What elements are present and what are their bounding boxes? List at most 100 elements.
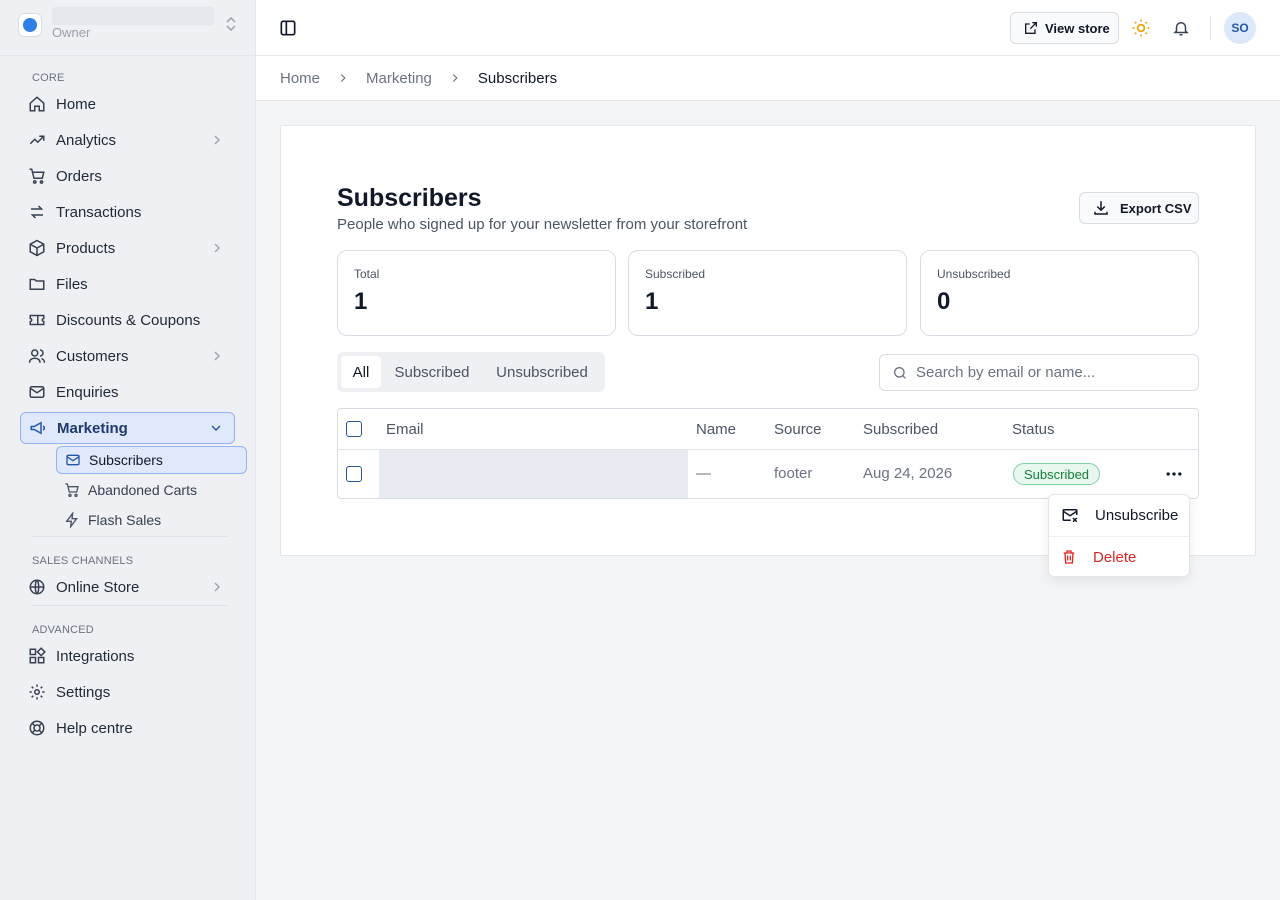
section-label-sales-channels: SALES CHANNELS (32, 555, 134, 567)
chevron-right-icon (209, 348, 225, 364)
sidebar-item-customers[interactable]: Customers (20, 340, 235, 372)
sidebar-item-help-centre[interactable]: Help centre (20, 712, 235, 744)
sidebar-subitem-subscribers[interactable]: Subscribers (56, 446, 247, 474)
sidebar-item-label: Orders (56, 167, 102, 185)
column-header-name[interactable]: Name (696, 421, 736, 438)
stat-card-total: Total 1 (337, 250, 616, 336)
blocks-icon (28, 647, 46, 665)
sidebar-item-discounts[interactable]: Discounts & Coupons (20, 304, 235, 336)
sidebar-subitem-abandoned-carts[interactable]: Abandoned Carts (56, 476, 247, 504)
row-checkbox[interactable] (346, 466, 362, 482)
mail-x-icon (1061, 506, 1095, 524)
sidebar-item-label: Marketing (57, 419, 128, 437)
sidebar-item-online-store[interactable]: Online Store (20, 571, 235, 603)
stat-label: Total (354, 267, 380, 281)
filter-tabs: All Subscribed Unsubscribed (337, 352, 605, 392)
column-header-status[interactable]: Status (1012, 421, 1055, 438)
subscribed-date-cell: Aug 24, 2026 (863, 465, 953, 482)
sidebar-divider (32, 536, 227, 537)
column-header-email[interactable]: Email (386, 421, 424, 438)
mail-icon (28, 383, 46, 401)
sidebar-item-label: Files (56, 275, 88, 293)
sidebar-item-transactions[interactable]: Transactions (20, 196, 235, 228)
megaphone-icon (29, 419, 47, 437)
name-cell: — (696, 465, 711, 482)
external-link-icon (1023, 20, 1045, 36)
column-header-subscribed[interactable]: Subscribed (863, 421, 938, 438)
bell-icon[interactable] (1172, 18, 1190, 38)
chevron-right-icon (448, 71, 462, 85)
sidebar-item-products[interactable]: Products (20, 232, 235, 264)
store-name-redacted (52, 7, 214, 25)
sidebar-item-label: Transactions (56, 203, 142, 221)
avatar[interactable]: SO (1224, 12, 1256, 44)
sidebar-item-label: Home (56, 95, 97, 113)
store-switcher[interactable]: Owner (0, 0, 255, 56)
stat-label: Unsubscribed (937, 267, 1011, 281)
source-cell: footer (774, 465, 813, 482)
sidebar-item-files[interactable]: Files (20, 268, 235, 300)
sun-icon[interactable] (1131, 18, 1151, 38)
stat-value: 0 (937, 288, 951, 315)
sidebar-item-integrations[interactable]: Integrations (20, 640, 235, 672)
menu-item-unsubscribe[interactable]: Unsubscribe (1049, 495, 1189, 535)
row-actions-menu: Unsubscribe Delete (1048, 494, 1190, 577)
tab-subscribed[interactable]: Subscribed (383, 356, 481, 388)
stat-label: Subscribed (645, 267, 706, 281)
sidebar-item-enquiries[interactable]: Enquiries (20, 376, 235, 408)
bolt-icon (64, 512, 80, 528)
chevron-right-icon (209, 579, 225, 595)
sidebar-toggle-icon[interactable] (278, 18, 298, 38)
menu-item-delete[interactable]: Delete (1049, 537, 1189, 577)
section-label-advanced: ADVANCED (32, 624, 94, 636)
sidebar-subitem-label: Flash Sales (88, 512, 162, 528)
view-store-button[interactable]: View store (1010, 12, 1119, 44)
export-csv-button[interactable]: Export CSV (1079, 192, 1199, 224)
status-badge: Subscribed (1013, 463, 1101, 485)
sidebar-item-label: Settings (56, 683, 111, 701)
lifebuoy-icon (28, 719, 46, 737)
table-header: Email Name Source Subscribed Status (338, 409, 1198, 450)
search-input[interactable] (916, 355, 1186, 390)
table-row[interactable]: — footer Aug 24, 2026 Subscribed (338, 450, 1198, 498)
sidebar-subitem-flash-sales[interactable]: Flash Sales (56, 506, 247, 534)
chevron-right-icon (209, 132, 225, 148)
page-subtitle: People who signed up for your newsletter… (337, 216, 748, 233)
subscribers-table: Email Name Source Subscribed Status — fo… (337, 408, 1199, 499)
chevrons-up-down-icon (224, 16, 238, 32)
menu-item-label: Unsubscribe (1095, 506, 1179, 524)
sidebar: Owner CORE Home Analytics Orders Transac… (0, 0, 256, 900)
stat-value: 1 (645, 288, 659, 315)
tab-unsubscribed[interactable]: Unsubscribed (483, 356, 601, 388)
folder-icon (28, 275, 46, 293)
select-all-checkbox[interactable] (346, 421, 362, 437)
transfer-icon (28, 203, 46, 221)
tab-all[interactable]: All (341, 356, 381, 388)
sidebar-item-label: Enquiries (56, 383, 119, 401)
stat-card-subscribed: Subscribed 1 (628, 250, 907, 336)
sidebar-item-label: Integrations (56, 647, 135, 665)
sidebar-subitem-label: Abandoned Carts (88, 482, 197, 498)
column-header-source[interactable]: Source (774, 421, 822, 438)
cart-icon (64, 482, 80, 498)
sidebar-item-home[interactable]: Home (20, 88, 235, 120)
ticket-icon (28, 311, 46, 329)
more-horizontal-icon[interactable] (1164, 464, 1184, 484)
gear-icon (28, 683, 46, 701)
globe-icon (28, 578, 46, 596)
chevron-right-icon (209, 240, 225, 256)
search-box (879, 354, 1199, 391)
breadcrumb-home[interactable]: Home (280, 70, 320, 87)
chevron-down-icon (208, 420, 224, 436)
sidebar-item-settings[interactable]: Settings (20, 676, 235, 708)
sidebar-item-label: Online Store (56, 578, 140, 596)
breadcrumb-marketing[interactable]: Marketing (366, 70, 432, 87)
sidebar-item-orders[interactable]: Orders (20, 160, 235, 192)
home-icon (28, 95, 46, 113)
sidebar-item-label: Analytics (56, 131, 117, 149)
breadcrumb-current: Subscribers (477, 69, 558, 87)
sidebar-item-marketing[interactable]: Marketing (20, 412, 235, 444)
sidebar-item-analytics[interactable]: Analytics (20, 124, 235, 156)
view-store-label: View store (1045, 20, 1110, 36)
chevron-right-icon (336, 71, 350, 85)
